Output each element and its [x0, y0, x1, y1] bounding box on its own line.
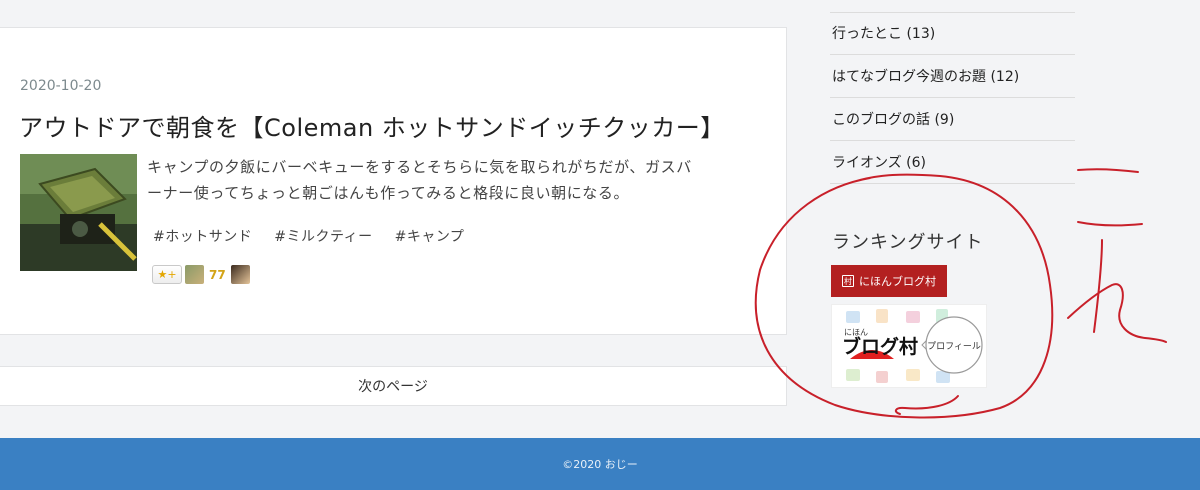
circle-tail-stroke	[894, 395, 959, 415]
ranking-section-title: ランキングサイト	[832, 232, 984, 253]
footer-copyright: ©2020 おじー	[562, 458, 638, 471]
nihon-blog-mura-button[interactable]: 村 にほんブログ村	[831, 265, 947, 297]
site-footer: ©2020 おじー	[0, 438, 1200, 490]
post-thumbnail[interactable]	[20, 154, 137, 271]
star-user-avatar[interactable]	[185, 265, 204, 284]
star-count[interactable]: 77	[209, 268, 226, 282]
handwritten-re-stroke-1	[1093, 239, 1103, 333]
post-title-link[interactable]: アウトドアで朝食を【Coleman ホットサンドイッチクッカー】	[19, 108, 725, 143]
tag-hot-sandwich[interactable]: #ホットサンド	[153, 226, 252, 246]
blog-mura-profile-banner[interactable]: にほん ブログ村 プロフィール	[831, 304, 987, 388]
next-page-link[interactable]: 次のページ	[0, 366, 787, 406]
post-excerpt: キャンプの夕飯にバーベキューをするとそちらに気を取られがちだが、ガスバ ーナー使…	[147, 154, 747, 206]
tag-milk-tea[interactable]: #ミルクティー	[274, 226, 372, 246]
tag-camp[interactable]: #キャンプ	[395, 226, 465, 246]
post-date: 2020-10-20	[20, 78, 102, 94]
post-tags: #ホットサンド #ミルクティー #キャンプ	[153, 226, 464, 246]
blog-mura-banner-art: にほん ブログ村 プロフィール	[832, 305, 986, 387]
add-star-button[interactable]: ★+	[152, 265, 182, 284]
banner-main-text: ブログ村	[842, 335, 918, 358]
handwritten-re-stroke-2	[1067, 283, 1167, 343]
category-item[interactable]: ライオンズ (6)	[830, 141, 1075, 184]
category-item[interactable]: はてなブログ今週のお題 (12)	[830, 55, 1075, 98]
handwritten-ko-stroke-1	[1077, 168, 1139, 173]
star-user-avatar[interactable]	[230, 265, 250, 284]
handwritten-ko-stroke-2	[1077, 221, 1143, 227]
mura-icon: 村	[842, 275, 854, 287]
hot-sandwich-cooker-photo	[20, 154, 137, 271]
excerpt-line-1: キャンプの夕飯にバーベキューをするとそちらに気を取られがちだが、ガスバ	[147, 158, 692, 176]
banner-profile-text: プロフィール	[927, 341, 981, 352]
category-item[interactable]: このブログの話 (9)	[830, 98, 1075, 141]
nihon-button-label: にほんブログ村	[859, 275, 936, 288]
excerpt-line-2: ーナー使ってちょっと朝ごはんも作ってみると格段に良い朝になる。	[147, 184, 630, 202]
hatena-star-bar: ★+ 77	[152, 265, 250, 284]
category-item[interactable]: 行ったとこ (13)	[830, 12, 1075, 55]
